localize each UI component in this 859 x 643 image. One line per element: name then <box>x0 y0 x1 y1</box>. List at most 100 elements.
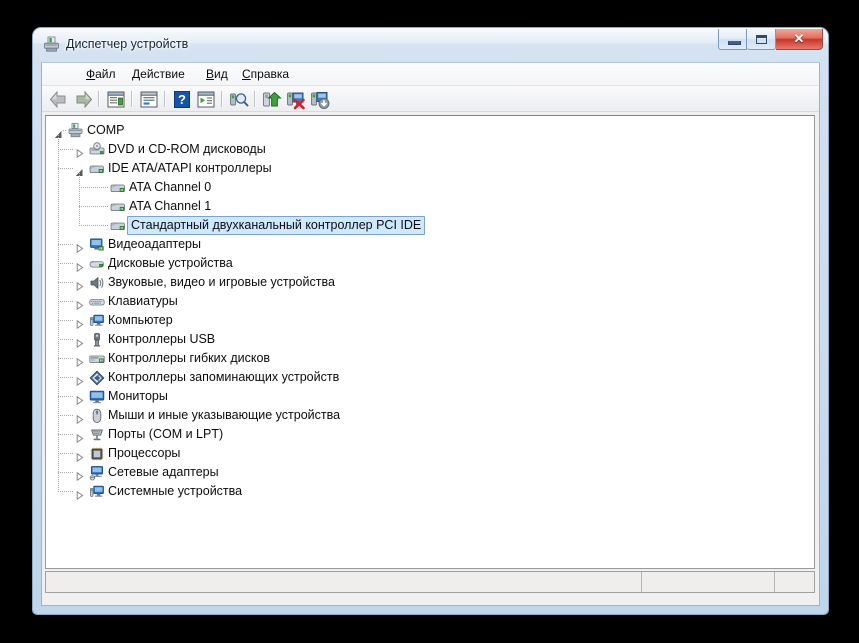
tree-connector-line <box>58 320 73 321</box>
toolbar: ? <box>42 86 819 112</box>
tree-connector-line <box>58 301 73 302</box>
keyboard-icon <box>89 294 105 310</box>
tree-connector-line <box>58 396 73 397</box>
expand-triangle-icon[interactable] <box>75 392 84 406</box>
expand-triangle-icon[interactable] <box>75 354 84 368</box>
tree-item[interactable]: Видеоадаптеры <box>46 235 806 254</box>
expand-triangle-icon[interactable] <box>75 468 84 482</box>
menu-item-view[interactable]: Вид <box>200 66 234 83</box>
tree-item[interactable]: ATA Channel 1 <box>46 197 806 216</box>
tree-item-label: Системные устройства <box>108 484 243 498</box>
expand-triangle-icon[interactable] <box>75 487 84 501</box>
device-tree-panel[interactable]: COMP DVD и CD-ROM дисководы IDE ATA/ATAPI … <box>45 115 815 569</box>
ata-channel-icon <box>110 180 126 196</box>
tree-item[interactable]: Процессоры <box>46 444 806 463</box>
sound-device-icon <box>89 275 105 291</box>
tree-item-label: Клавиатуры <box>108 294 178 308</box>
tree-item-label: COMP <box>87 123 125 137</box>
expand-triangle-icon[interactable] <box>75 373 84 387</box>
tree-item[interactable]: Мониторы <box>46 387 806 406</box>
menu-item-help[interactable]: Справка <box>236 66 295 83</box>
help-icon[interactable]: ? <box>171 89 193 110</box>
show-hide-action-pane-icon[interactable] <box>195 89 217 110</box>
tree-item[interactable]: Контроллеры USB <box>46 330 806 349</box>
tree-item[interactable]: DVD и CD-ROM дисководы <box>46 140 806 159</box>
expand-triangle-icon[interactable] <box>75 259 84 273</box>
uninstall-device-icon[interactable] <box>309 89 331 110</box>
status-pane-3 <box>774 572 814 592</box>
disk-drive-icon <box>89 256 105 272</box>
tree-item-label: DVD и CD-ROM дисководы <box>108 142 266 156</box>
expand-triangle-icon[interactable] <box>75 278 84 292</box>
tree-item[interactable]: Контроллеры запоминающих устройств <box>46 368 806 387</box>
tree-item[interactable]: Контроллеры гибких дисков <box>46 349 806 368</box>
close-icon: ✕ <box>793 31 805 46</box>
collapse-triangle-icon[interactable] <box>75 164 84 176</box>
storage-controller-icon <box>89 370 105 386</box>
tree-item[interactable]: Компьютер <box>46 311 806 330</box>
close-button[interactable]: ✕ <box>776 29 823 50</box>
menu-label-view: ид <box>214 67 228 81</box>
device-manager-window: Диспетчер устройств ✕ Файл Действие Вид <box>33 28 828 614</box>
tree-item[interactable]: COMP <box>46 121 806 140</box>
window-title: Диспетчер устройств <box>66 37 189 51</box>
tree-connector-line <box>79 173 80 225</box>
tree-connector-line <box>58 282 73 283</box>
tree-item[interactable]: Порты (COM и LPT) <box>46 425 806 444</box>
tree-item[interactable]: Мыши и иные указывающие устройства <box>46 406 806 425</box>
menu-item-action[interactable]: Действие <box>126 66 191 83</box>
expand-triangle-icon[interactable] <box>75 316 84 330</box>
scan-hardware-changes-icon[interactable] <box>228 89 250 110</box>
forward-arrow-icon[interactable] <box>72 89 94 110</box>
tree-item[interactable]: Сетевые адаптеры <box>46 463 806 482</box>
collapse-triangle-icon[interactable] <box>54 126 63 138</box>
tree-connector-line <box>58 434 73 435</box>
tree-item-label: Контроллеры гибких дисков <box>108 351 271 365</box>
minimize-button[interactable] <box>718 29 747 50</box>
expand-triangle-icon[interactable] <box>75 335 84 349</box>
expand-triangle-icon[interactable] <box>75 449 84 463</box>
show-hide-console-tree-icon[interactable] <box>105 89 127 110</box>
tree-item[interactable]: Системные устройства <box>46 482 806 501</box>
expand-triangle-icon[interactable] <box>75 145 84 159</box>
expand-triangle-icon[interactable] <box>75 297 84 311</box>
screen: Диспетчер устройств ✕ Файл Действие Вид <box>0 0 859 643</box>
tree-item[interactable]: IDE ATA/ATAPI контроллеры <box>46 159 806 178</box>
status-bar <box>45 571 815 593</box>
tree-item[interactable]: Клавиатуры <box>46 292 806 311</box>
toolbar-separator <box>221 91 223 107</box>
tree-connector-line <box>58 244 73 245</box>
menu-accel-help: С <box>242 67 251 81</box>
menu-item-file[interactable]: Файл <box>80 66 122 83</box>
expand-triangle-icon[interactable] <box>75 430 84 444</box>
tree-item[interactable]: ATA Channel 0 <box>46 178 806 197</box>
menu-label-help: правка <box>250 67 290 81</box>
maximize-icon <box>756 35 767 44</box>
network-adapter-icon <box>89 465 105 481</box>
tree-connector-line <box>58 135 59 491</box>
tree-connector-line <box>58 263 73 264</box>
title-bar[interactable]: Диспетчер устройств ✕ <box>33 28 828 62</box>
tree-connector-line <box>58 168 73 169</box>
tree-connector-line <box>58 377 73 378</box>
maximize-button[interactable] <box>747 29 776 50</box>
toolbar-separator <box>131 91 133 107</box>
tree-item[interactable]: Стандартный двухканальный контроллер PCI… <box>46 216 806 235</box>
disable-device-icon[interactable] <box>285 89 307 110</box>
tree-item[interactable]: Звуковые, видео и игровые устройства <box>46 273 806 292</box>
tree-connector-line <box>58 339 73 340</box>
properties-icon[interactable] <box>138 89 160 110</box>
tree-item-label: Видеоадаптеры <box>108 237 201 251</box>
back-arrow-icon[interactable] <box>48 89 70 110</box>
menu-label-action: ействие <box>140 67 185 81</box>
update-driver-icon[interactable] <box>261 89 283 110</box>
ata-channel-icon <box>110 199 126 215</box>
toolbar-separator <box>164 91 166 107</box>
tree-item-label: ATA Channel 0 <box>129 180 212 194</box>
expand-triangle-icon[interactable] <box>75 240 84 254</box>
menu-accel-action: Д <box>132 67 141 81</box>
tree-item[interactable]: Дисковые устройства <box>46 254 806 273</box>
expand-triangle-icon[interactable] <box>75 411 84 425</box>
ide-controller-icon <box>89 161 105 177</box>
computer-root-icon <box>68 123 84 139</box>
